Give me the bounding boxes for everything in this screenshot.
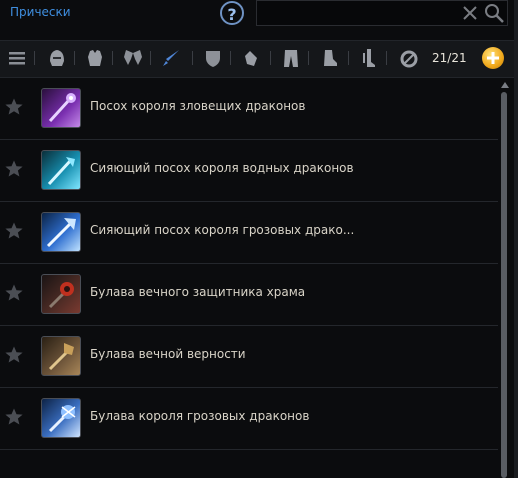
item-name: Сияющий посох короля водных драконов [90, 161, 354, 175]
help-button[interactable]: ? [220, 1, 244, 25]
clear-icon[interactable] [459, 2, 481, 24]
add-button[interactable] [482, 47, 504, 69]
scrollbar[interactable] [500, 80, 510, 478]
scroll-up-icon[interactable] [500, 80, 510, 90]
window-edge [514, 0, 518, 478]
divider [348, 51, 349, 65]
list-item[interactable]: Сияющий посох короля водных драконов [0, 139, 498, 202]
ring-icon[interactable] [398, 47, 420, 69]
favorite-star-icon[interactable] [4, 407, 24, 427]
divider [270, 51, 271, 65]
fidelity-mace-icon [41, 336, 81, 376]
favorite-star-icon[interactable] [4, 345, 24, 365]
item-name: Булава короля грозовых драконов [90, 409, 310, 423]
leg-icon[interactable] [358, 47, 380, 69]
item-name: Сияющий посох короля грозовых драко... [90, 223, 355, 237]
list-item[interactable]: Сияющий посох короля грозовых драко... [0, 201, 498, 264]
divider [34, 51, 35, 65]
divider [150, 51, 151, 65]
list-item[interactable]: Булава вечной верности [0, 325, 498, 388]
gauntlet-icon[interactable] [240, 47, 262, 69]
pants-icon[interactable] [280, 47, 302, 69]
item-name: Посох короля зловещих драконов [90, 99, 306, 113]
scrollbar-thumb[interactable] [501, 92, 507, 478]
search-icon[interactable] [483, 2, 505, 24]
favorite-star-icon[interactable] [4, 221, 24, 241]
wings-icon[interactable] [122, 47, 144, 69]
purple-staff-icon [41, 88, 81, 128]
divider [386, 51, 387, 65]
item-name: Булава вечного защитника храма [90, 285, 306, 299]
divider [308, 51, 309, 65]
list-item[interactable]: Посох короля зловещих драконов [0, 77, 498, 140]
favorite-star-icon[interactable] [4, 283, 24, 303]
plus-icon [487, 52, 499, 64]
water-staff-icon [41, 150, 81, 190]
item-list: Посох короля зловещих драконов Сияющий п… [0, 77, 498, 478]
item-count: 21/21 [432, 51, 467, 65]
top-bar: Прически ? [0, 0, 518, 34]
search-box [256, 0, 508, 26]
list-icon[interactable] [6, 47, 28, 69]
page-title[interactable]: Прически [10, 5, 71, 19]
helmet-icon[interactable] [46, 47, 68, 69]
search-input[interactable] [261, 4, 455, 24]
divider [74, 51, 75, 65]
favorite-star-icon[interactable] [4, 97, 24, 117]
favorite-star-icon[interactable] [4, 159, 24, 179]
storm-mace-icon [41, 398, 81, 438]
armor-icon[interactable] [84, 47, 106, 69]
list-item[interactable]: Булава вечного защитника храма [0, 263, 498, 326]
divider [192, 51, 193, 65]
divider [230, 51, 231, 65]
sword-icon[interactable] [160, 47, 182, 69]
divider [112, 51, 113, 65]
item-name: Булава вечной верности [90, 347, 246, 361]
storm-staff-icon [41, 212, 81, 252]
shield-icon[interactable] [202, 47, 224, 69]
temple-mace-icon [41, 274, 81, 314]
category-filter-bar: 21/21 [0, 40, 518, 78]
boots-icon[interactable] [318, 47, 340, 69]
list-item[interactable]: Булава короля грозовых драконов [0, 387, 498, 450]
